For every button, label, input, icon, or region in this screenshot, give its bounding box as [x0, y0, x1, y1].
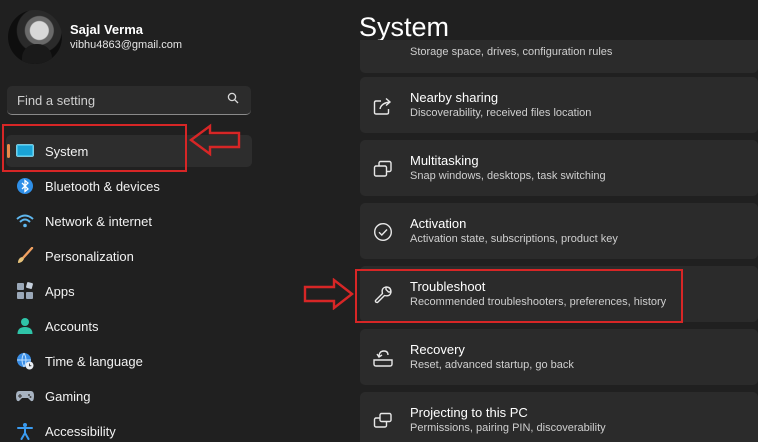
globe-clock-icon: [15, 351, 35, 371]
highlight-box-troubleshoot: [355, 269, 683, 323]
sidebar: Sajal Verma vibhu4863@gmail.com System B…: [0, 0, 262, 442]
sidebar-item-label: Time & language: [45, 353, 143, 369]
card-title: Activation: [410, 216, 467, 231]
sidebar-item-network[interactable]: Network & internet: [6, 205, 252, 237]
card-subtitle: Permissions, pairing PIN, discoverabilit…: [410, 422, 606, 434]
brush-icon: [15, 246, 35, 266]
card-nearby-sharing[interactable]: Nearby sharing Discoverability, received…: [360, 77, 758, 133]
share-icon: [372, 95, 394, 117]
user-profile[interactable]: Sajal Verma vibhu4863@gmail.com: [8, 10, 182, 64]
sidebar-item-label: Personalization: [45, 248, 134, 264]
sidebar-item-apps[interactable]: Apps: [6, 275, 252, 307]
card-title: Recovery: [410, 342, 465, 357]
card-title: Nearby sharing: [410, 90, 499, 105]
search-input[interactable]: [17, 92, 217, 108]
card-subtitle: Discoverability, received files location: [410, 107, 592, 119]
arrow-left-icon: [188, 123, 241, 157]
card-multitasking[interactable]: Multitasking Snap windows, desktops, tas…: [360, 140, 758, 196]
sidebar-item-label: Bluetooth & devices: [45, 178, 160, 194]
arrow-right-icon: [303, 278, 354, 310]
sidebar-item-time-language[interactable]: Time & language: [6, 345, 252, 377]
card-subtitle: Storage space, drives, configuration rul…: [410, 46, 613, 58]
bluetooth-icon: [15, 176, 35, 196]
sidebar-item-personalization[interactable]: Personalization: [6, 240, 252, 272]
profile-name: Sajal Verma: [70, 21, 143, 37]
multitasking-icon: [372, 158, 394, 180]
card-subtitle: Activation state, subscriptions, product…: [410, 233, 618, 245]
sidebar-item-accounts[interactable]: Accounts: [6, 310, 252, 342]
highlight-box-system: [2, 124, 187, 172]
card-title: Projecting to this PC: [410, 405, 528, 420]
card-subtitle: Snap windows, desktops, task switching: [410, 170, 606, 182]
sidebar-item-bluetooth[interactable]: Bluetooth & devices: [6, 170, 252, 202]
card-activation[interactable]: Activation Activation state, subscriptio…: [360, 203, 758, 259]
profile-text: Sajal Verma vibhu4863@gmail.com: [70, 22, 182, 53]
card-subtitle: Reset, advanced startup, go back: [410, 359, 574, 371]
recovery-icon: [372, 347, 394, 369]
sidebar-item-gaming[interactable]: Gaming: [6, 380, 252, 412]
sidebar-item-accessibility[interactable]: Accessibility: [6, 415, 252, 442]
gamepad-icon: [15, 386, 35, 406]
sidebar-item-label: Accessibility: [45, 423, 116, 439]
sidebar-item-label: Apps: [45, 283, 75, 299]
avatar[interactable]: [8, 10, 62, 64]
sidebar-item-label: Gaming: [45, 388, 91, 404]
check-circle-icon: [372, 221, 394, 243]
accessibility-icon: [15, 421, 35, 441]
card-title: Multitasking: [410, 153, 479, 168]
page-title: System: [359, 12, 450, 42]
sidebar-item-label: Accounts: [45, 318, 99, 334]
card-projecting[interactable]: Projecting to this PC Permissions, pairi…: [360, 392, 758, 442]
wifi-icon: [15, 211, 35, 231]
search-icon[interactable]: [227, 91, 239, 109]
projector-icon: [372, 410, 394, 432]
apps-icon: [15, 281, 35, 301]
profile-email: vibhu4863@gmail.com: [70, 38, 183, 51]
card-recovery[interactable]: Recovery Reset, advanced startup, go bac…: [360, 329, 758, 385]
card-storage[interactable]: Storage space, drives, configuration rul…: [360, 40, 758, 73]
search-box[interactable]: [7, 86, 251, 115]
sidebar-item-label: Network & internet: [45, 213, 152, 229]
person-icon: [15, 316, 35, 336]
